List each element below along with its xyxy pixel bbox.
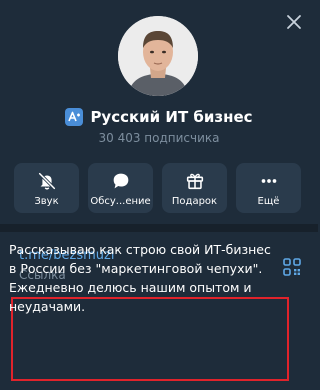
action-buttons: Звук Обсу...ение Подарок Ещё: [14, 163, 305, 213]
more-dots-icon: [261, 178, 276, 183]
gift-icon: [186, 173, 203, 189]
mute-button[interactable]: Звук: [14, 163, 79, 213]
close-icon[interactable]: [282, 10, 306, 34]
bell-off-icon: [38, 172, 55, 190]
chat-bubble-icon: [113, 173, 128, 188]
more-label: Ещё: [257, 195, 280, 207]
gift-button[interactable]: Подарок: [162, 163, 227, 213]
avatar-photo: [118, 16, 198, 96]
more-button[interactable]: Ещё: [236, 163, 301, 213]
gift-label: Подарок: [171, 195, 218, 207]
info-section: t.me/bezsmuzi Ссылка Рассказываю как стр…: [0, 232, 318, 390]
channel-icon: [65, 108, 84, 126]
channel-title-row: Русский ИТ бизнес: [0, 106, 318, 128]
channel-description: Рассказываю как строю свой ИТ-бизнес в Р…: [9, 242, 271, 314]
discussion-button[interactable]: Обсу...ение: [88, 163, 153, 213]
channel-title: Русский ИТ бизнес: [90, 108, 253, 126]
avatar[interactable]: [118, 16, 198, 96]
discussion-label: Обсу...ение: [90, 195, 151, 207]
mute-label: Звук: [34, 195, 59, 207]
section-divider: [0, 224, 318, 232]
channel-info-panel: Русский ИТ бизнес 30 403 подписчика Звук…: [0, 0, 318, 390]
subscriber-count: 30 403 подписчика: [98, 131, 220, 145]
qr-code-icon[interactable]: [283, 258, 301, 276]
